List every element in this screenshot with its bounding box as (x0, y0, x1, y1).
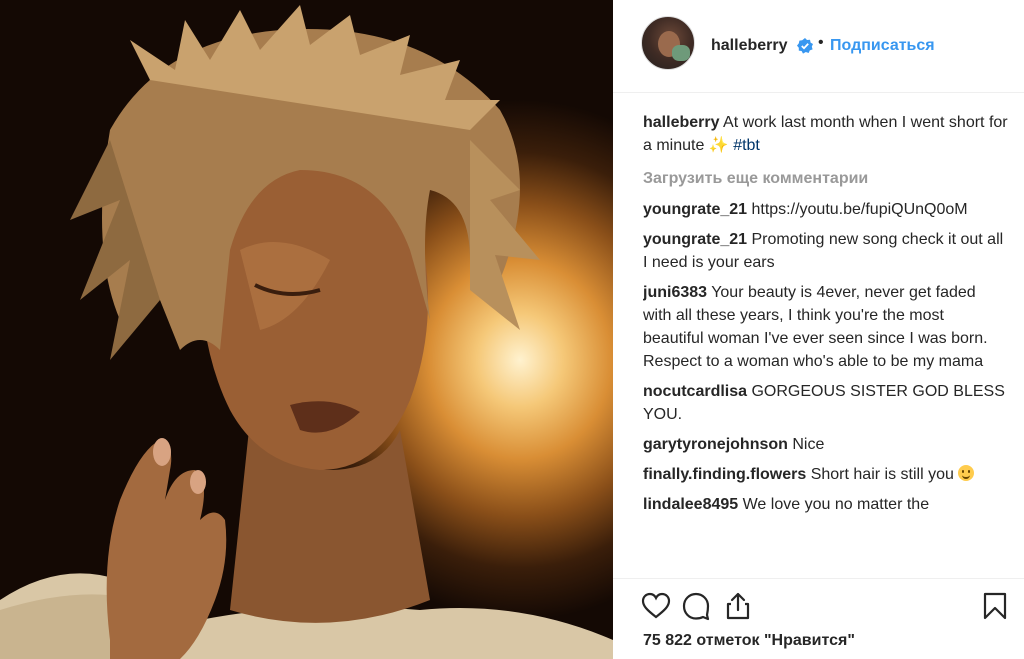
bookmark-icon[interactable] (980, 591, 1010, 621)
comment-bubble-icon[interactable] (681, 591, 711, 621)
comment-username[interactable]: youngrate_21 (643, 231, 747, 248)
follow-button[interactable]: Подписаться (830, 37, 935, 55)
comment-item: nocutcardlisa GORGEOUS SISTER GOD BLESS … (643, 380, 1008, 426)
comments-list[interactable]: halleberry At work last month when I wen… (643, 111, 1008, 577)
separator-dot: • (818, 34, 824, 51)
avatar[interactable] (641, 16, 695, 70)
comment-item: garytyronejohnson Nice (643, 433, 1008, 456)
comment-text: Nice (787, 436, 825, 453)
comment-text: Short hair is still you (806, 466, 959, 483)
comment-username[interactable]: juni6383 (643, 284, 707, 301)
post-header: halleberry • Подписаться (613, 0, 1024, 93)
post-photo[interactable] (0, 0, 613, 659)
comment-text: We love you no matter the (738, 496, 930, 513)
comment-username[interactable]: youngrate_21 (643, 201, 747, 218)
caption-username[interactable]: halleberry (643, 114, 719, 131)
smiling-face-icon (958, 465, 975, 481)
hashtag-link[interactable]: #tbt (733, 137, 760, 154)
comment-item: youngrate_21 https://youtu.be/fupiQUnQ0o… (643, 198, 1008, 221)
load-more-comments-button[interactable]: Загрузить еще комментарии (643, 167, 1008, 190)
heart-icon[interactable] (641, 591, 671, 621)
comment-item: lindalee8495 We love you no matter the (643, 493, 1008, 516)
comment-item: juni6383 Your beauty is 4ever, never get… (643, 281, 1008, 373)
post-caption: halleberry At work last month when I wen… (643, 111, 1008, 157)
likes-count[interactable]: 75 822 отметок "Нравится" (643, 632, 855, 650)
comment-item: finally.finding.flowers Short hair is st… (643, 463, 1008, 486)
comment-username[interactable]: nocutcardlisa (643, 383, 747, 400)
comment-username[interactable]: finally.finding.flowers (643, 466, 806, 483)
verified-badge-icon (797, 38, 813, 54)
post-author-username[interactable]: halleberry (711, 37, 787, 55)
comment-text: https://youtu.be/fupiQUnQ0oM (747, 201, 968, 218)
post-actions-bar: 75 822 отметок "Нравится" (613, 578, 1024, 659)
sparkles-emoji-icon: ✨ (708, 137, 729, 154)
share-icon[interactable] (723, 591, 753, 621)
portrait-illustration (0, 5, 613, 659)
post-side-panel: halleberry • Подписаться halleberry At w… (613, 0, 1024, 659)
comment-username[interactable]: lindalee8495 (643, 496, 738, 513)
comment-username[interactable]: garytyronejohnson (643, 436, 788, 453)
comment-item: youngrate_21 Promoting new song check it… (643, 228, 1008, 274)
